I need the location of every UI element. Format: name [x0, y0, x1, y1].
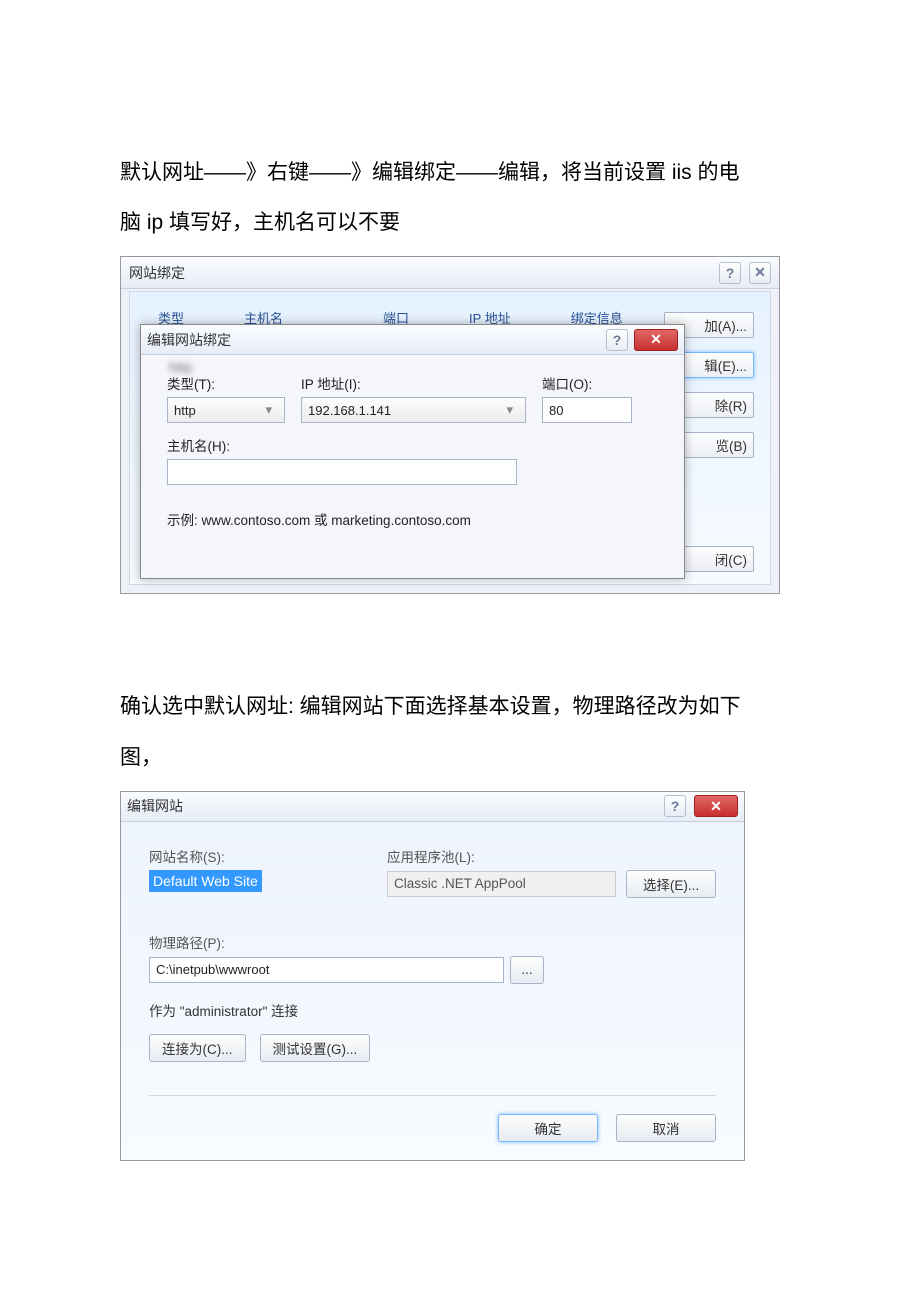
chevron-down-icon: ▾: [259, 402, 278, 418]
blurred-row: http: [169, 359, 660, 381]
type-value: http: [174, 403, 196, 418]
example-text: 示例: www.contoso.com 或 marketing.contoso.…: [167, 509, 658, 529]
doc-paragraph-2b: 图，: [120, 735, 800, 781]
chevron-down-icon: ▾: [500, 402, 519, 418]
help-icon[interactable]: ?: [719, 262, 741, 284]
host-input[interactable]: [167, 459, 517, 485]
ip-value: 192.168.1.141: [308, 403, 391, 418]
dialog1-title: 网站绑定: [129, 263, 185, 283]
ip-select[interactable]: 192.168.1.141 ▾: [301, 397, 526, 423]
site-bindings-dialog: 网站绑定 ? ✕ 类型 主机名 端口 IP 地址 绑定信息 加(A)... 辑(…: [120, 256, 780, 594]
host-label: 主机名(H):: [167, 435, 517, 455]
select-app-pool-button[interactable]: 选择(E)...: [626, 870, 716, 898]
edit-binding-title: 编辑网站绑定: [147, 330, 231, 350]
help-icon[interactable]: ?: [664, 795, 686, 817]
physical-path-input[interactable]: [149, 957, 504, 983]
edit-site-dialog: 编辑网站 ? ✕ 网站名称(S): Default Web Site 应用程序池…: [120, 791, 745, 1161]
site-name-value: Default Web Site: [149, 870, 359, 892]
dialog2-title: 编辑网站: [127, 796, 183, 816]
connect-as-text: 作为 "administrator" 连接: [149, 1000, 716, 1020]
app-pool-input: Classic .NET AppPool: [387, 871, 616, 897]
help-icon[interactable]: ?: [606, 329, 628, 351]
app-pool-label: 应用程序池(L):: [387, 846, 716, 866]
port-input[interactable]: [542, 397, 632, 423]
close-icon[interactable]: ✕: [634, 329, 678, 351]
physical-path-label: 物理路径(P):: [149, 932, 716, 952]
ok-button[interactable]: 确定: [498, 1114, 598, 1142]
cancel-button[interactable]: 取消: [616, 1114, 716, 1142]
close-icon[interactable]: ✕: [694, 795, 738, 817]
close-icon[interactable]: ✕: [749, 262, 771, 284]
dialog1-titlebar: 网站绑定 ? ✕: [121, 257, 779, 289]
edit-binding-dialog: 编辑网站绑定 ? ✕ http 类型(T): http: [140, 324, 685, 579]
doc-paragraph-2a: 确认选中默认网址: 编辑网站下面选择基本设置，物理路径改为如下: [120, 684, 800, 730]
connect-as-button[interactable]: 连接为(C)...: [149, 1034, 246, 1062]
test-settings-button[interactable]: 测试设置(G)...: [260, 1034, 371, 1062]
doc-paragraph-1b: 脑 ip 填写好，主机名可以不要: [120, 200, 800, 246]
type-select[interactable]: http ▾: [167, 397, 285, 423]
doc-paragraph-1a: 默认网址——》右键——》编辑绑定——编辑，将当前设置 iis 的电: [120, 150, 800, 196]
dialog2-titlebar: 编辑网站 ? ✕: [121, 792, 744, 822]
site-name-label: 网站名称(S):: [149, 846, 359, 866]
browse-path-button[interactable]: ...: [510, 956, 544, 984]
